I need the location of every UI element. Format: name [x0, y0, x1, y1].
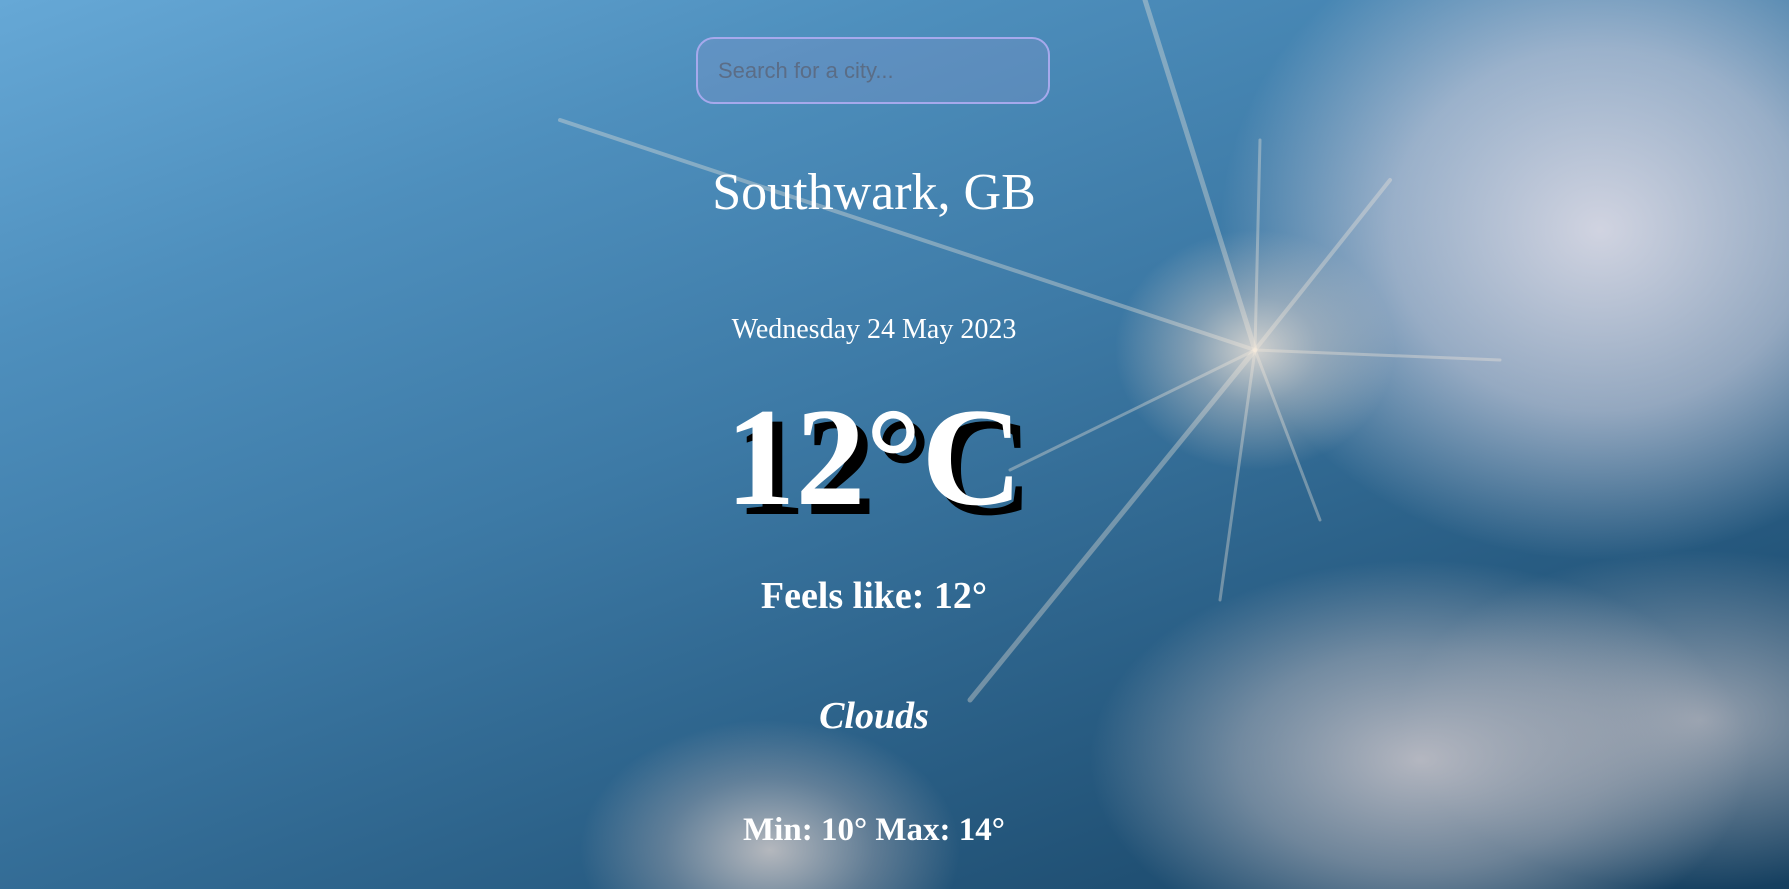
- weather-content: Southwark, GB Wednesday 24 May 2023 12°C…: [0, 0, 1789, 889]
- city-search-input[interactable]: [696, 37, 1050, 104]
- weather-app: Southwark, GB Wednesday 24 May 2023 12°C…: [0, 0, 1789, 889]
- date-text: Wednesday 24 May 2023: [731, 314, 1017, 345]
- min-max-temperature: Min: 10° Max: 14°: [574, 812, 1174, 849]
- current-temperature: 12°C: [574, 388, 1174, 528]
- temperature-text: 12°C: [725, 380, 1023, 535]
- weather-condition: Clouds: [574, 694, 1174, 738]
- feels-like-text: Feels like: 12°: [760, 575, 988, 617]
- min-max-text: Min: 10° Max: 14°: [743, 812, 1005, 848]
- location-title: Southwark, GB: [574, 163, 1174, 222]
- current-date: Wednesday 24 May 2023: [574, 314, 1174, 346]
- location-text: Southwark, GB: [712, 164, 1036, 221]
- feels-like: Feels like: 12°: [574, 574, 1174, 618]
- condition-text: Clouds: [819, 695, 929, 737]
